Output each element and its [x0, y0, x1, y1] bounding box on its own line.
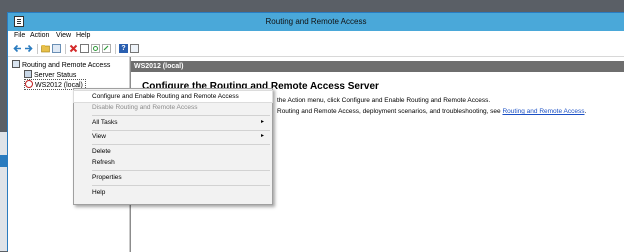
menu-separator: [92, 170, 270, 171]
back-arrow-icon[interactable]: [13, 44, 22, 53]
background-window-strip: [0, 132, 7, 251]
menu-help[interactable]: Help: [76, 32, 90, 39]
help-link[interactable]: Routing and Remote Access: [502, 108, 584, 115]
info-text-suffix: .: [584, 108, 587, 115]
menu-delete[interactable]: Delete: [74, 146, 272, 157]
menu-help[interactable]: Help: [74, 187, 272, 198]
menu-refresh[interactable]: Refresh: [74, 157, 272, 168]
details-header: WS2012 (local): [131, 61, 624, 72]
menu-item-label: Delete: [92, 148, 111, 155]
panel-icon[interactable]: [130, 44, 139, 53]
menu-disable: Disable Routing and Remote Access: [74, 102, 272, 113]
submenu-arrow-icon: ▸: [260, 133, 264, 139]
refresh-icon[interactable]: [91, 44, 100, 53]
help-icon[interactable]: ?: [119, 44, 128, 53]
menu-view[interactable]: View ▸: [74, 131, 272, 142]
toolbar: ?: [8, 42, 624, 57]
menu-separator: [92, 144, 270, 145]
info-text: Routing and Remote Access, deployment sc…: [277, 108, 586, 115]
menu-item-label: Help: [92, 189, 106, 196]
instruction-text: the Action menu, click Configure and Ena…: [277, 97, 491, 104]
server-tree-icon: [12, 60, 20, 68]
console-tree-icon[interactable]: [52, 44, 61, 53]
tree-item-server-status[interactable]: Server Status: [24, 70, 76, 79]
menu-item-label: Refresh: [92, 159, 115, 166]
forward-arrow-icon[interactable]: [24, 44, 33, 53]
background-window-accent: [0, 155, 7, 167]
toolbar-separator: [37, 44, 38, 54]
menu-action[interactable]: Action: [30, 32, 49, 39]
menu-item-label: Configure and Enable Routing and Remote …: [92, 93, 239, 100]
menu-all-tasks[interactable]: All Tasks ▸: [74, 117, 272, 128]
properties-icon[interactable]: [80, 44, 89, 53]
menu-item-label: Disable Routing and Remote Access: [92, 104, 198, 111]
menu-item-label: View: [92, 133, 106, 140]
menu-file[interactable]: File: [14, 32, 25, 39]
menu-separator: [92, 115, 270, 116]
title-bar[interactable]: Routing and Remote Access: [8, 13, 624, 31]
export-icon[interactable]: [102, 44, 111, 53]
info-text-prefix: Routing and Remote Access, deployment sc…: [277, 108, 503, 115]
server-status-icon: [24, 70, 32, 78]
folder-icon[interactable]: [41, 44, 50, 53]
window-title: Routing and Remote Access: [265, 17, 367, 26]
menu-bar: File Action View Help: [8, 31, 624, 42]
toolbar-separator: [65, 44, 66, 54]
menu-item-label: All Tasks: [92, 119, 118, 126]
context-menu: Configure and Enable Routing and Remote …: [73, 88, 273, 205]
delete-icon[interactable]: [69, 44, 78, 53]
menu-properties[interactable]: Properties: [74, 172, 272, 183]
menu-configure-enable[interactable]: Configure and Enable Routing and Remote …: [73, 90, 273, 103]
server-stopped-icon: [25, 80, 33, 88]
tree-root[interactable]: Routing and Remote Access: [12, 60, 110, 69]
tree-item-label: Server Status: [34, 72, 77, 79]
menu-item-label: Properties: [92, 174, 122, 181]
tree-root-label: Routing and Remote Access: [22, 62, 111, 69]
toolbar-separator: [115, 44, 116, 54]
submenu-arrow-icon: ▸: [260, 119, 264, 125]
menu-view[interactable]: View: [56, 32, 71, 39]
menu-separator: [92, 185, 270, 186]
